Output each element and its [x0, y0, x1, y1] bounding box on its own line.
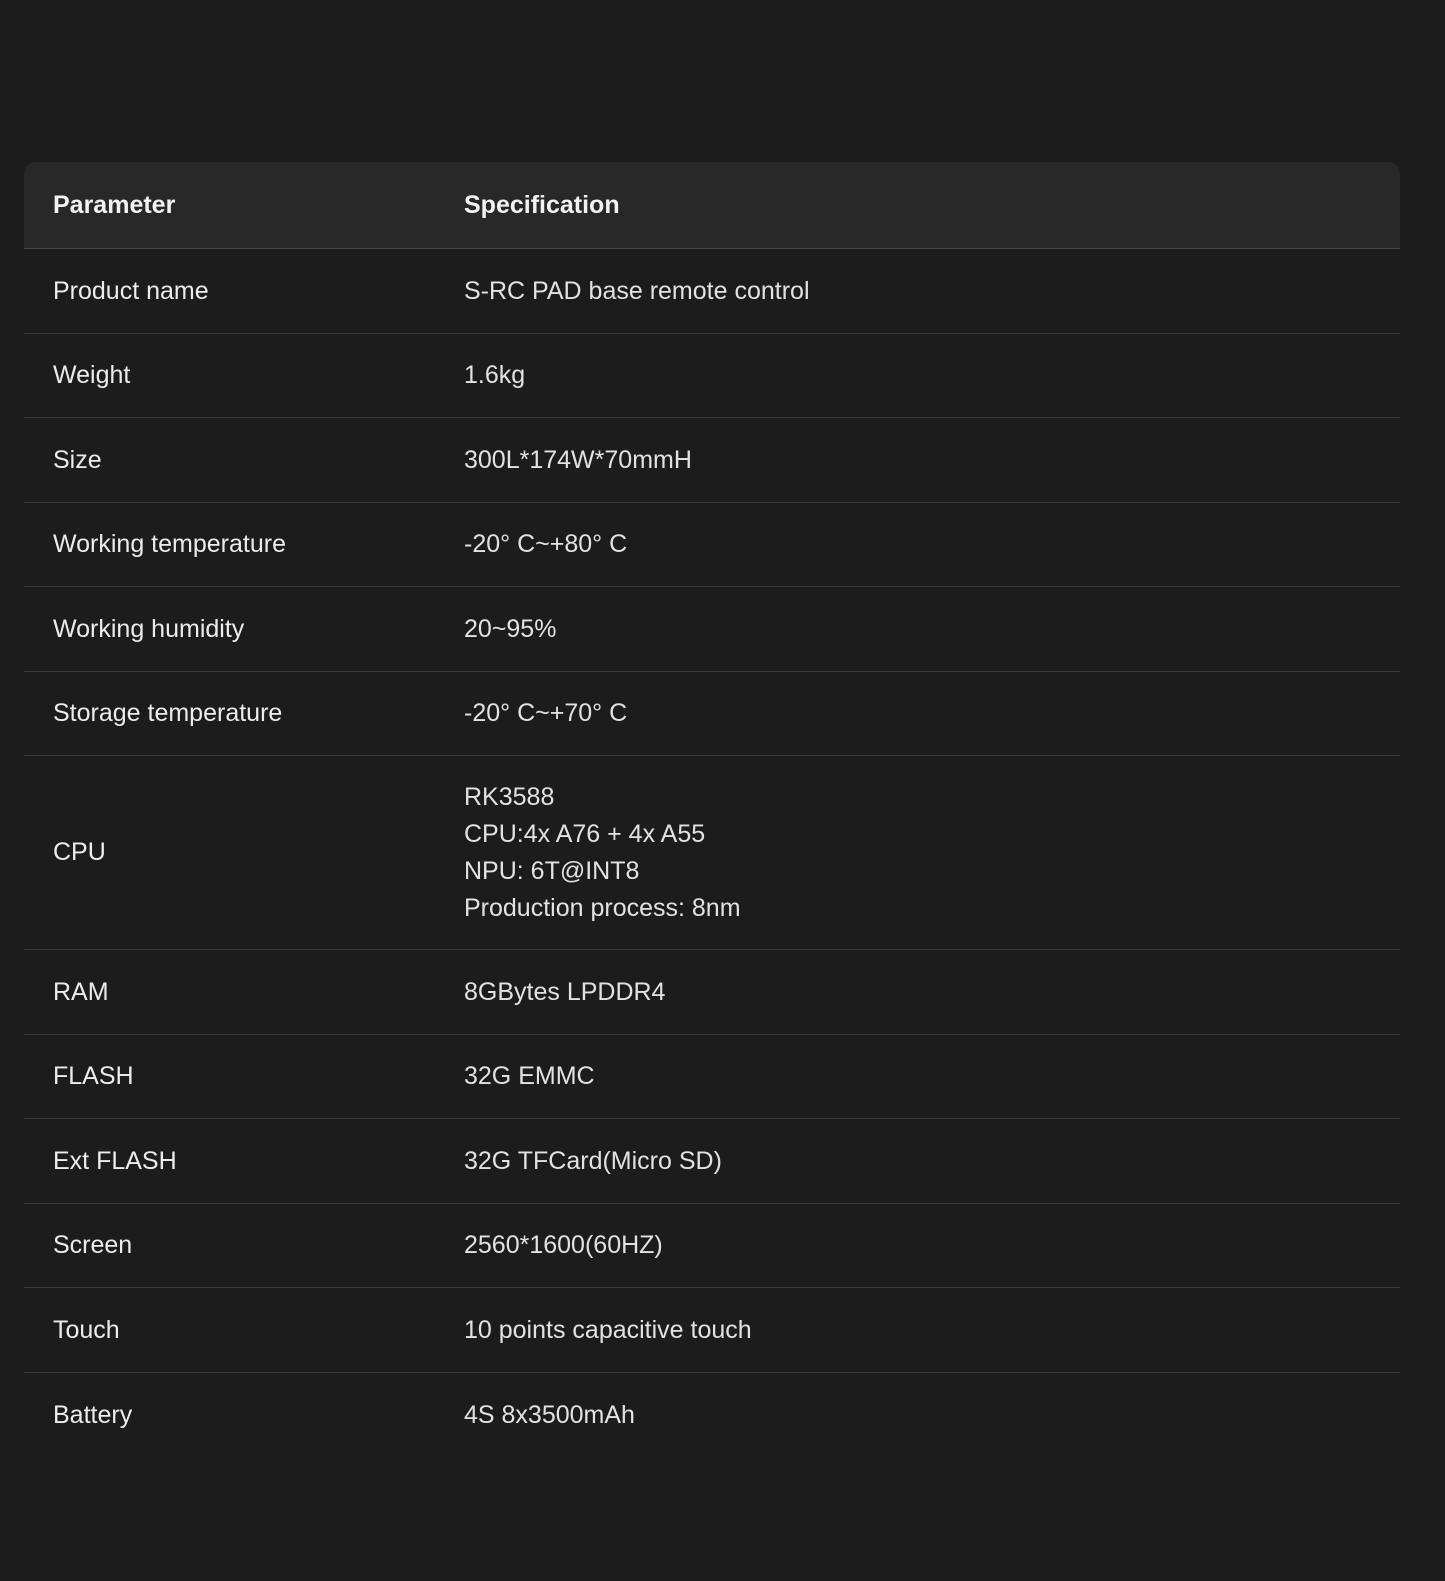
- spec-line: 4S 8x3500mAh: [464, 1400, 635, 1429]
- table-row: Weight 1.6kg: [24, 334, 1400, 418]
- spec-cell: 1.6kg: [464, 357, 1400, 394]
- spec-line: RK3588: [464, 782, 555, 811]
- spec-line: 300L*174W*70mmH: [464, 445, 692, 474]
- spec-line: -20° C~+70° C: [464, 699, 628, 727]
- spec-line: NPU: 6T@INT8: [464, 856, 640, 885]
- spec-line: S-RC PAD base remote control: [464, 276, 810, 305]
- spec-line: 1.6kg: [464, 361, 526, 389]
- spec-cell: 8GBytes LPDDR4: [464, 974, 1400, 1011]
- table-row: Size 300L*174W*70mmH: [24, 418, 1400, 503]
- table-row: Screen 2560*1600(60HZ): [24, 1204, 1400, 1288]
- spec-cell: S-RC PAD base remote control: [464, 273, 1400, 310]
- spec-line: -20° C~+80° C: [464, 530, 628, 558]
- spec-line: 2560*1600(60HZ): [464, 1231, 663, 1259]
- spec-table: Parameter Specification Product name S-R…: [24, 162, 1400, 1457]
- param-cell: Weight: [53, 361, 131, 389]
- param-cell: Working humidity: [53, 614, 245, 643]
- table-row: Product name S-RC PAD base remote contro…: [24, 249, 1400, 334]
- spec-cell: 20~95%: [464, 611, 1400, 648]
- param-cell: Touch: [53, 1315, 120, 1344]
- table-row: Storage temperature -20° C~+70° C: [24, 672, 1400, 756]
- table-row: Working humidity 20~95%: [24, 587, 1400, 672]
- spec-cell: 300L*174W*70mmH: [464, 442, 1400, 479]
- spec-line: 32G EMMC: [464, 1062, 595, 1090]
- param-cell: Battery: [53, 1400, 133, 1429]
- param-cell: Ext FLASH: [53, 1146, 177, 1175]
- header-specification: Specification: [464, 190, 620, 219]
- param-cell: CPU: [53, 838, 106, 866]
- table-row: RAM 8GBytes LPDDR4: [24, 950, 1400, 1035]
- spec-line: 20~95%: [464, 614, 557, 643]
- param-cell: Product name: [53, 276, 209, 305]
- spec-cell: 2560*1600(60HZ): [464, 1227, 1400, 1264]
- param-cell: Size: [53, 445, 102, 474]
- spec-line: 10 points capacitive touch: [464, 1315, 752, 1344]
- table-row: Working temperature -20° C~+80° C: [24, 503, 1400, 587]
- param-cell: FLASH: [53, 1062, 134, 1090]
- table-row: Touch 10 points capacitive touch: [24, 1288, 1400, 1373]
- spec-cell: RK3588 CPU:4x A76 + 4x A55 NPU: 6T@INT8 …: [464, 779, 1400, 927]
- header-parameter: Parameter: [53, 190, 176, 219]
- param-cell: Screen: [53, 1231, 133, 1259]
- spec-cell: 32G TFCard(Micro SD): [464, 1143, 1400, 1180]
- spec-cell: -20° C~+70° C: [464, 695, 1400, 732]
- table-row: FLASH 32G EMMC: [24, 1035, 1400, 1119]
- spec-line: Production process: 8nm: [464, 893, 741, 922]
- table-header-row: Parameter Specification: [24, 162, 1400, 249]
- table-row: Battery 4S 8x3500mAh: [24, 1373, 1400, 1457]
- spec-cell: 32G EMMC: [464, 1058, 1400, 1095]
- spec-line: 8GBytes LPDDR4: [464, 977, 666, 1006]
- param-cell: RAM: [53, 977, 109, 1006]
- spec-line: 32G TFCard(Micro SD): [464, 1146, 722, 1175]
- spec-cell: 10 points capacitive touch: [464, 1312, 1400, 1349]
- spec-cell: 4S 8x3500mAh: [464, 1397, 1400, 1434]
- spec-line: CPU:4x A76 + 4x A55: [464, 819, 706, 848]
- param-cell: Working temperature: [53, 530, 286, 558]
- spec-cell: -20° C~+80° C: [464, 526, 1400, 563]
- param-cell: Storage temperature: [53, 699, 283, 727]
- table-row: Ext FLASH 32G TFCard(Micro SD): [24, 1119, 1400, 1204]
- table-row: CPU RK3588 CPU:4x A76 + 4x A55 NPU: 6T@I…: [24, 756, 1400, 950]
